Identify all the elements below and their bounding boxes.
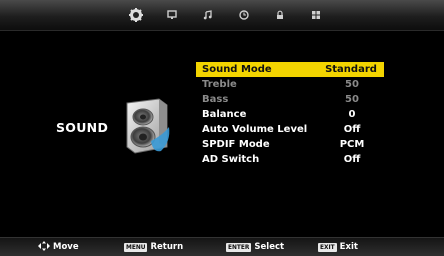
- menu-row-value: 50: [345, 79, 359, 90]
- enter-key: ENTER: [226, 242, 252, 252]
- sound-settings-menu: Sound Mode Standard Treble 50 Bass 50 Ba…: [196, 62, 384, 167]
- menu-row-sound-mode[interactable]: Sound Mode Standard: [196, 62, 384, 77]
- menu-row-label: Sound Mode: [202, 64, 272, 75]
- hint-return-label: Return: [150, 242, 184, 252]
- hint-move-label: Move: [53, 242, 79, 252]
- menu-row-auto-volume-level[interactable]: Auto Volume Level Off: [196, 122, 384, 137]
- section-title: SOUND: [56, 120, 109, 135]
- menu-key: MENU: [124, 242, 148, 252]
- speaker-icon: [115, 97, 179, 157]
- hint-exit-label: Exit: [339, 242, 358, 252]
- tv-osd-screen: SOUND Sound Mode Standard Treble 50 Bass…: [0, 0, 444, 256]
- hint-return: MENU Return: [124, 241, 183, 253]
- grid-icon[interactable]: [298, 6, 334, 24]
- menu-row-spdif-mode[interactable]: SPDIF Mode PCM: [196, 137, 384, 152]
- key-hint-bar: Move MENU Return ENTER Select EXIT Exit: [0, 237, 444, 256]
- hint-move: Move: [38, 240, 79, 254]
- menu-row-value: Off: [343, 124, 361, 135]
- menu-row-label: Treble: [202, 79, 237, 90]
- menu-row-label: Bass: [202, 94, 229, 105]
- hint-select: ENTER Select: [226, 241, 284, 253]
- lock-icon[interactable]: [262, 6, 298, 24]
- menu-row-bass[interactable]: Bass 50: [196, 92, 384, 107]
- menu-row-value: PCM: [339, 139, 365, 150]
- exit-key: EXIT: [318, 242, 337, 252]
- gear-icon[interactable]: [118, 6, 154, 24]
- music-note-icon[interactable]: [190, 6, 226, 24]
- menu-row-label: Auto Volume Level: [202, 124, 308, 135]
- hint-select-label: Select: [254, 242, 285, 252]
- menu-row-label: AD Switch: [202, 154, 260, 165]
- menu-row-ad-switch[interactable]: AD Switch Off: [196, 152, 384, 167]
- menu-row-value: Standard: [325, 64, 377, 75]
- menu-row-value: 0: [348, 109, 356, 120]
- menu-row-treble[interactable]: Treble 50: [196, 77, 384, 92]
- menu-row-value: 50: [345, 94, 359, 105]
- menu-row-label: SPDIF Mode: [202, 139, 270, 150]
- monitor-icon[interactable]: [154, 6, 190, 24]
- dpad-icon: [38, 240, 50, 254]
- clock-icon[interactable]: [226, 6, 262, 24]
- menu-row-value: Off: [343, 154, 361, 165]
- category-tab-bar: [0, 0, 444, 31]
- menu-row-label: Balance: [202, 109, 247, 120]
- hint-exit: EXIT Exit: [318, 241, 358, 253]
- menu-row-balance[interactable]: Balance 0: [196, 107, 384, 122]
